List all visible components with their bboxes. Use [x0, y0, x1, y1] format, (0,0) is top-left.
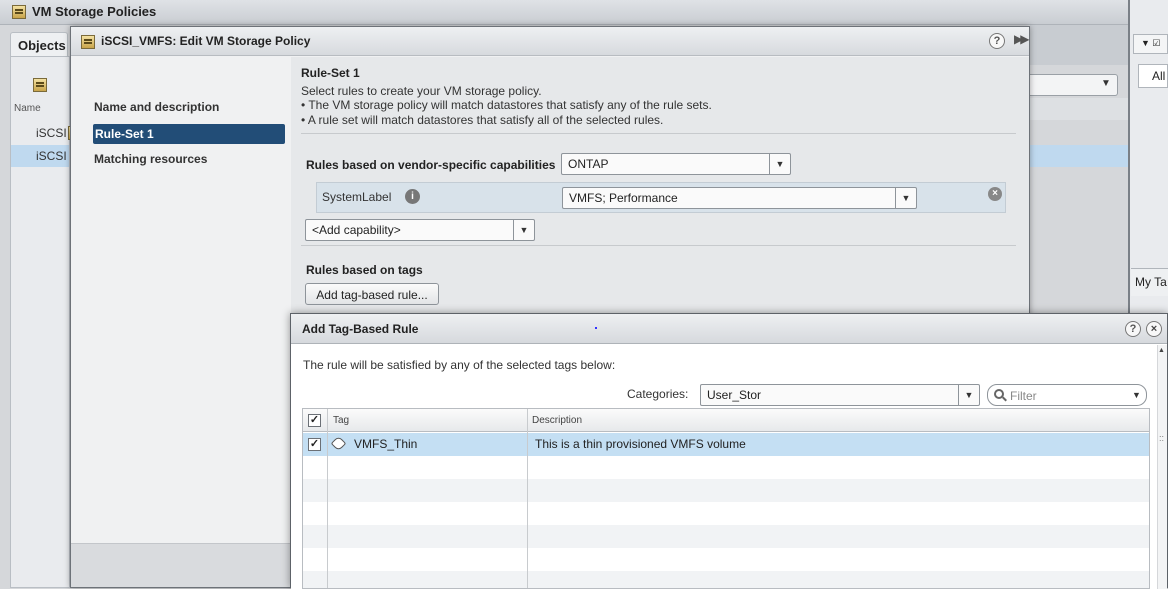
add-capability-select[interactable]: <Add capability> ▼ — [305, 219, 535, 241]
scroll-grip-icon[interactable]: :: — [1159, 434, 1164, 443]
capability-value-select[interactable]: VMFS; Performance ▼ — [562, 187, 917, 209]
list-item-label: iSCSI — [36, 149, 67, 163]
column-divider — [327, 409, 328, 588]
tag-description: This is a thin provisioned VMFS volume — [535, 437, 746, 451]
tab-objects[interactable]: Objects — [10, 32, 68, 56]
column-divider — [527, 409, 528, 588]
vendor-select-value: ONTAP — [568, 157, 609, 171]
categories-label: Categories: — [627, 387, 689, 401]
description-line: • The VM storage policy will match datas… — [301, 98, 712, 112]
expand-icon[interactable]: ▶▶ — [1014, 32, 1030, 46]
categories-select[interactable]: User_Stor ▼ — [700, 384, 980, 406]
dialog-title: Add Tag-Based Rule — [302, 322, 419, 336]
chevron-down-icon[interactable]: ▼ — [769, 154, 790, 174]
filter-placeholder: Filter — [1010, 389, 1037, 403]
capability-value: VMFS; Performance — [569, 191, 678, 205]
close-icon[interactable]: × — [1146, 321, 1162, 337]
my-tags-header[interactable]: My Ta — [1131, 268, 1168, 296]
background-row-selected — [1030, 145, 1128, 167]
row-checkbox[interactable]: ✓ — [308, 438, 321, 451]
tags-table: ✓ Tag Description ✓ VMFS_Thin This is a … — [302, 408, 1150, 589]
chevron-down-icon[interactable]: ▼ — [1132, 390, 1141, 400]
create-policy-icon[interactable] — [33, 78, 48, 92]
select-all-checkbox[interactable]: ✓ — [308, 414, 321, 427]
cursor-dot — [595, 327, 597, 329]
filter-input[interactable]: Filter ▼ — [987, 384, 1147, 406]
dialog-title: iSCSI_VMFS: Edit VM Storage Policy — [101, 34, 311, 48]
rule-set-title: Rule-Set 1 — [301, 66, 360, 80]
tag-rules-label: Rules based on tags — [306, 263, 423, 277]
vendor-select[interactable]: ONTAP ▼ — [561, 153, 791, 175]
divider — [301, 133, 1016, 134]
divider — [301, 245, 1016, 246]
description-line: Select rules to create your VM storage p… — [301, 84, 542, 98]
table-row[interactable]: ✓ VMFS_Thin This is a thin provisioned V… — [303, 433, 1149, 456]
chevron-down-icon: ▼ — [1101, 78, 1111, 89]
table-header: ✓ Tag Description — [303, 409, 1149, 432]
remove-capability-icon[interactable]: × — [988, 187, 1002, 201]
description-line: • A rule set will match datastores that … — [301, 113, 664, 127]
table-row-empty — [303, 571, 1149, 588]
chevron-down-icon[interactable]: ▼ — [958, 385, 979, 405]
app-header — [0, 0, 1128, 25]
categories-value: User_Stor — [707, 388, 762, 402]
help-icon[interactable]: ? — [1125, 321, 1141, 337]
column-header-description[interactable]: Description — [532, 415, 582, 426]
table-row-empty — [303, 479, 1149, 502]
nav-item-name-and-description[interactable]: Name and description — [93, 97, 285, 117]
wizard-nav: Name and description Rule-Set 1 Matching… — [71, 57, 291, 543]
tag-icon — [330, 435, 347, 452]
info-icon[interactable]: i — [405, 189, 420, 204]
dialog-header — [291, 314, 1167, 344]
nav-item-matching-resources[interactable]: Matching resources — [93, 149, 285, 169]
add-tag-based-rule-button[interactable]: Add tag-based rule... — [305, 283, 439, 305]
capability-label: SystemLabel — [322, 190, 392, 204]
column-header-tag[interactable]: Tag — [333, 415, 349, 426]
vertical-scrollbar[interactable]: ▲ :: — [1157, 345, 1167, 589]
tag-name: VMFS_Thin — [354, 437, 418, 451]
scroll-up-icon[interactable]: ▲ — [1158, 347, 1165, 354]
chevron-down-icon[interactable]: ▼ — [513, 220, 534, 240]
background-row — [1030, 98, 1128, 120]
add-tag-rule-dialog: Add Tag-Based Rule ? × The rule will be … — [290, 313, 1168, 589]
dialog-body: The rule will be satisfied by any of the… — [291, 345, 1157, 589]
vendor-rules-label: Rules based on vendor-specific capabilit… — [306, 158, 556, 172]
intro-text: The rule will be satisfied by any of the… — [303, 358, 616, 372]
add-capability-value: <Add capability> — [312, 223, 401, 237]
right-panel-toolbar[interactable]: ▼ ☑ — [1133, 34, 1168, 54]
storage-policy-icon — [81, 35, 95, 49]
column-header-name[interactable]: Name — [14, 103, 41, 114]
app-title: VM Storage Policies — [32, 4, 157, 19]
search-icon-handle — [1002, 396, 1007, 402]
storage-policy-icon — [12, 5, 26, 19]
chevron-down-icon[interactable]: ▼ — [895, 188, 916, 208]
help-icon[interactable]: ? — [989, 33, 1005, 49]
nav-item-rule-set-1[interactable]: Rule-Set 1 — [93, 124, 285, 144]
table-row-empty — [303, 525, 1149, 548]
list-item-label: iSCSI — [36, 126, 67, 140]
background-toolbar — [1030, 25, 1128, 65]
tab-all[interactable]: All — [1138, 64, 1168, 88]
capability-row: SystemLabel i VMFS; Performance ▼ × — [316, 182, 1006, 213]
